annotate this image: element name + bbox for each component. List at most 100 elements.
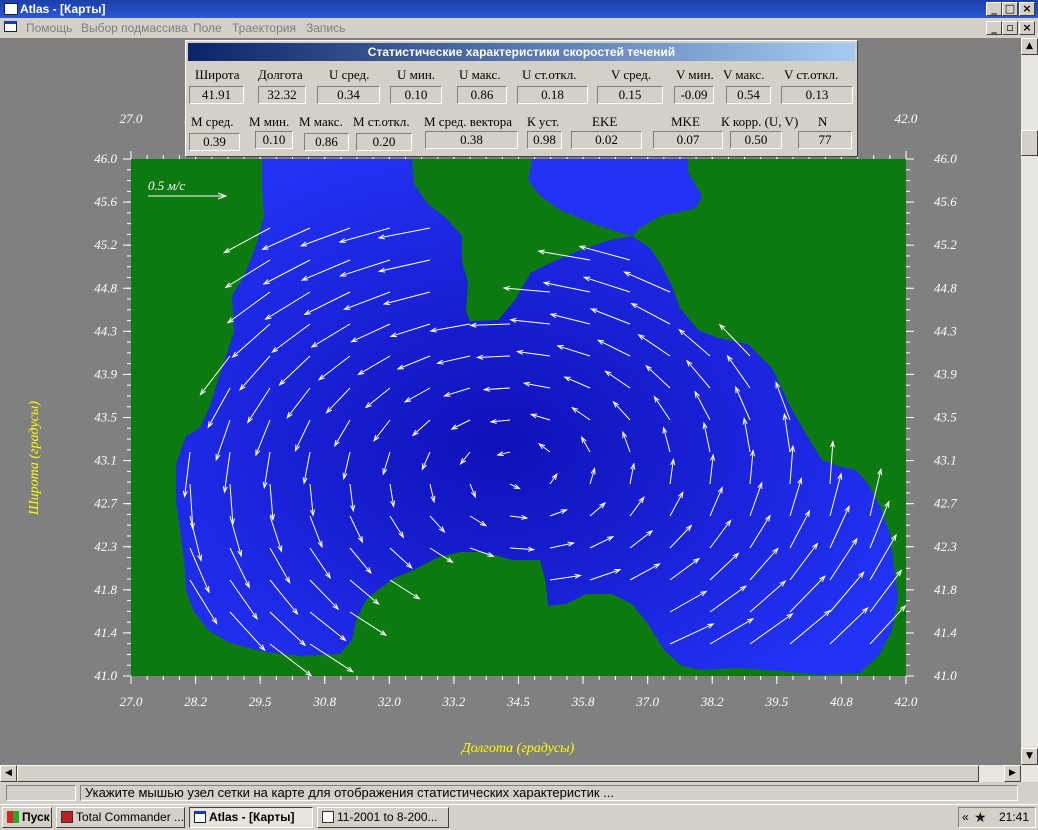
stat-label-m-std: М ст.откл. <box>353 114 410 129</box>
stat-label-v-mean: V сред. <box>611 67 652 82</box>
windows-logo-icon <box>7 811 19 823</box>
menu-help[interactable]: Помощь <box>26 21 72 35</box>
child-minimize-button[interactable]: _ <box>986 21 1002 35</box>
taskbar-item-atlas[interactable]: Atlas - [Карты] <box>189 807 313 828</box>
stat-label-longitude: Долгота <box>258 67 303 82</box>
chart-window-icon <box>322 811 334 823</box>
stat-label-m-vector-mean: М сред. вектора <box>424 114 513 129</box>
horizontal-scrollbar[interactable]: ◀ ▶ <box>0 765 1021 782</box>
x-tick-label-bottom: 27.0 <box>120 694 143 709</box>
stat-value-m-vector-mean: 0.38 <box>425 131 518 149</box>
taskbar-item-total-commander[interactable]: Total Commander ... <box>56 807 185 828</box>
x-tick-label-bottom: 33.2 <box>442 694 466 709</box>
y-tick-label-right: 42.7 <box>934 496 957 511</box>
y-tick-label-left: 43.1 <box>94 453 117 468</box>
stat-label-u-mean: U сред. <box>329 67 370 82</box>
stat-value-u-std: 0.18 <box>517 86 588 104</box>
scroll-right-arrow-icon[interactable]: ▶ <box>1004 765 1021 782</box>
stat-value-v-min: -0.09 <box>674 86 714 104</box>
y-tick-label-right: 46.0 <box>934 151 957 166</box>
y-tick-label-right: 43.5 <box>934 410 957 425</box>
vertical-scrollbar[interactable]: ▲ ▼ <box>1021 38 1038 782</box>
stat-value-m-std: 0.20 <box>356 133 412 151</box>
stat-label-v-max: V макс. <box>723 67 765 82</box>
stat-value-u-min: 0.10 <box>390 86 442 104</box>
start-button[interactable]: Пуск <box>2 807 52 828</box>
y-tick-label-left: 45.2 <box>94 237 117 252</box>
stat-value-n: 77 <box>798 131 852 149</box>
x-tick-label-bottom: 35.8 <box>571 694 595 709</box>
window-title: Atlas - [Карты] <box>20 2 106 16</box>
y-tick-label-right: 41.8 <box>934 582 957 597</box>
status-message: Укажите мышью узел сетки на карте для от… <box>80 785 1018 801</box>
y-tick-label-right: 41.4 <box>934 625 957 640</box>
stat-value-v-mean: 0.15 <box>597 86 663 104</box>
stat-value-m-max: 0.86 <box>304 133 349 151</box>
y-tick-label-right: 45.2 <box>934 237 957 252</box>
y-tick-label-left: 45.6 <box>94 194 117 209</box>
scroll-down-arrow-icon[interactable]: ▼ <box>1021 748 1038 765</box>
stat-label-u-max: U макс. <box>459 67 501 82</box>
status-pane-left <box>6 785 76 801</box>
stat-label-u-min: U мин. <box>397 67 436 82</box>
stat-value-m-mean: 0.39 <box>189 133 240 151</box>
scroll-up-arrow-icon[interactable]: ▲ <box>1021 38 1038 55</box>
menu-field[interactable]: Поле <box>193 21 222 35</box>
window-titlebar[interactable]: Atlas - [Карты] _ □ × <box>0 0 1038 18</box>
x-tick-label-top: 42.0 <box>895 111 918 126</box>
x-tick-label-bottom: 28.2 <box>184 694 207 709</box>
scroll-left-arrow-icon[interactable]: ◀ <box>0 765 17 782</box>
minimize-button[interactable]: _ <box>986 2 1002 16</box>
status-bar: Укажите мышью узел сетки на карте для от… <box>0 782 1038 804</box>
stat-value-mke: 0.07 <box>653 131 723 149</box>
statistics-panel: Статистические характеристики скоростей … <box>185 40 858 157</box>
y-axis-title: Широта (градусы) <box>27 401 42 516</box>
stat-label-m-min: М мин. <box>249 114 290 129</box>
y-tick-label-right: 44.3 <box>934 323 957 338</box>
y-tick-label-right: 43.1 <box>934 453 957 468</box>
star-icon[interactable]: ★ <box>974 809 987 826</box>
y-tick-label-right: 44.8 <box>934 280 957 295</box>
stat-value-k-corr: 0.50 <box>730 131 782 149</box>
clock[interactable]: 21:41 <box>999 810 1029 824</box>
y-tick-label-left: 44.3 <box>94 323 117 338</box>
horizontal-scroll-thumb[interactable] <box>17 765 979 782</box>
stat-value-u-mean: 0.34 <box>317 86 380 104</box>
menu-record[interactable]: Запись <box>306 21 345 35</box>
stat-value-m-min: 0.10 <box>255 131 293 149</box>
stat-label-n: N <box>818 114 828 129</box>
stat-label-m-max: М макс. <box>299 114 343 129</box>
y-tick-label-right: 43.9 <box>934 366 957 381</box>
taskbar-item-label: Atlas - [Карты] <box>209 810 295 824</box>
taskbar: Пуск Total Commander ... Atlas - [Карты]… <box>0 804 1038 830</box>
stat-label-latitude: Широта <box>195 67 240 82</box>
y-tick-label-left: 44.8 <box>94 280 117 295</box>
maximize-button[interactable]: □ <box>1002 2 1018 16</box>
close-button[interactable]: × <box>1019 2 1035 16</box>
scale-label: 0.5 м/с <box>148 178 185 193</box>
tray-chevron[interactable]: « <box>962 810 969 824</box>
menu-select-subarray[interactable]: Выбор подмассива <box>81 21 188 35</box>
taskbar-item-label: 11-2001 to 8-200... <box>337 810 438 824</box>
document-icon[interactable] <box>4 21 17 32</box>
child-close-button[interactable]: × <box>1019 21 1035 35</box>
stat-value-v-max: 0.54 <box>726 86 771 104</box>
menu-trajectory[interactable]: Траектория <box>232 21 296 35</box>
y-tick-label-left: 41.0 <box>94 668 117 683</box>
stat-value-k-stability: 0.98 <box>527 131 562 149</box>
stat-value-longitude: 32.32 <box>258 86 306 104</box>
stat-label-k-stability: К уст. <box>527 114 560 129</box>
taskbar-item-label: Total Commander ... <box>76 810 185 824</box>
y-tick-label-left: 41.8 <box>94 582 117 597</box>
child-restore-button[interactable]: ▫ <box>1002 21 1018 35</box>
floppy-icon <box>61 811 73 823</box>
y-tick-label-left: 42.3 <box>94 539 117 554</box>
start-label: Пуск <box>22 810 50 824</box>
x-tick-label-bottom: 37.0 <box>635 694 659 709</box>
statistics-panel-title[interactable]: Статистические характеристики скоростей … <box>188 43 855 61</box>
taskbar-item-chart[interactable]: 11-2001 to 8-200... <box>317 807 449 828</box>
vertical-scroll-thumb[interactable] <box>1021 130 1038 156</box>
menu-bar: Помощь Выбор подмассива Поле Траектория … <box>0 18 1038 38</box>
x-tick-label-bottom: 30.8 <box>312 694 336 709</box>
stat-label-mke: MKE <box>671 114 700 129</box>
